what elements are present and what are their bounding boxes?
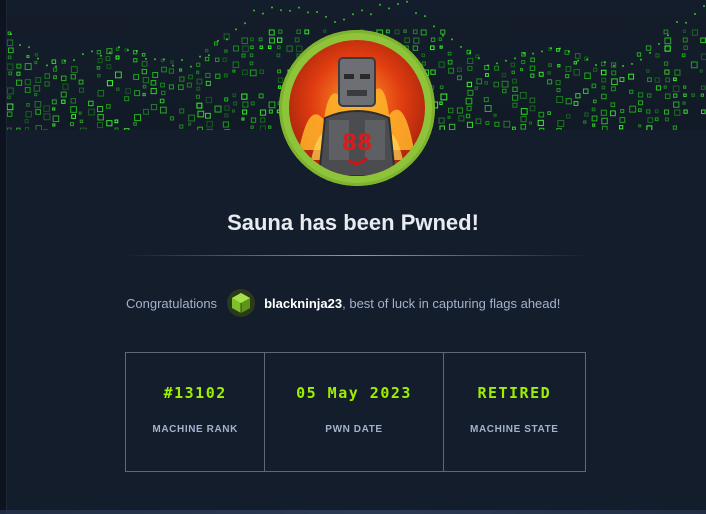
- congrats-message: Congratulations blackninja23 , best of l…: [126, 288, 560, 318]
- machine-rank-value: #13102: [163, 384, 227, 402]
- pwn-date-label: PWN DATE: [325, 424, 383, 435]
- machine-rank-label: MACHINE RANK: [152, 424, 238, 435]
- green-cube-icon: [227, 289, 256, 317]
- bottom-edge: [0, 510, 706, 514]
- title-divider: [124, 255, 590, 256]
- congrats-suffix: , best of luck in capturing flags ahead!: [342, 295, 561, 311]
- machine-avatar: 88: [279, 30, 435, 186]
- machine-state-value: RETIRED: [477, 384, 552, 402]
- stat-pwn-date: 05 May 2023 PWN DATE: [265, 353, 444, 471]
- stats-table: #13102 MACHINE RANK 05 May 2023 PWN DATE…: [125, 352, 586, 472]
- congrats-prefix: Congratulations: [126, 295, 218, 311]
- flaming-robot-avatar-icon: 88: [289, 40, 425, 176]
- page-title: Sauna has been Pwned!: [227, 210, 479, 235]
- svg-text:88: 88: [342, 131, 373, 156]
- stat-machine-rank: #13102 MACHINE RANK: [126, 353, 266, 471]
- background-page-edge: [0, 0, 7, 514]
- machine-state-label: MACHINE STATE: [470, 424, 559, 435]
- pwn-date-value: 05 May 2023: [296, 384, 412, 402]
- username-link[interactable]: blackninja23: [264, 296, 342, 311]
- stat-machine-state: RETIRED MACHINE STATE: [444, 353, 585, 471]
